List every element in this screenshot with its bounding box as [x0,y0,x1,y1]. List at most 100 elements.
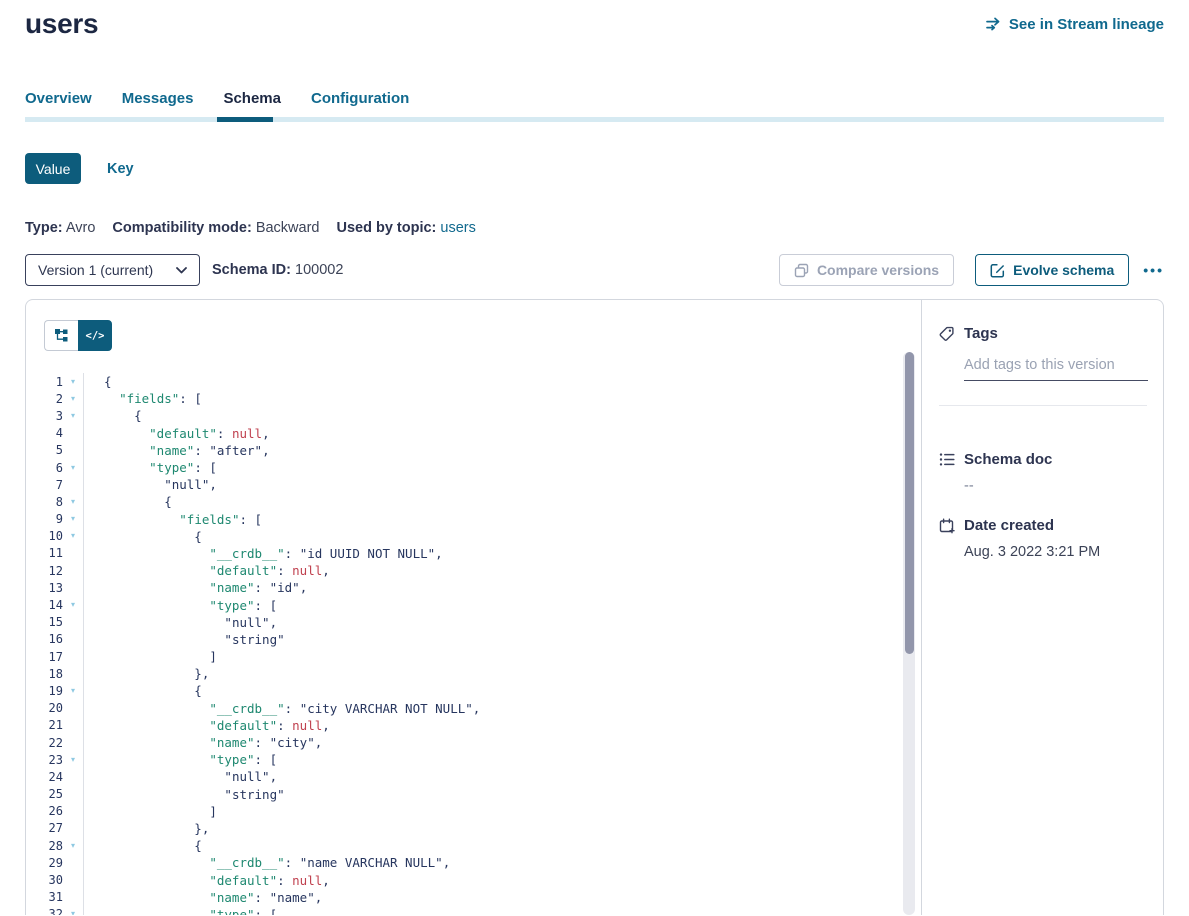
fold-toggle-icon[interactable]: ▾ [63,515,83,523]
code-line: 2▾ "fields": [ [26,390,921,407]
code-line: 22 "name": "city", [26,734,921,751]
code-line: 20 "__crdb__": "city VARCHAR NOT NULL", [26,700,921,717]
schema-doc-section: Schema doc -- [939,451,1147,494]
code-text: { [83,528,921,545]
topic-label: Used by topic: [336,220,436,236]
schema-info-sidebar: Tags Schema doc -- [921,300,1163,915]
line-number: 29 [26,856,63,870]
code-line: 32▾ "type": [ [26,906,921,915]
code-line: 23▾ "type": [ [26,751,921,768]
code-lines: 1▾{2▾ "fields": [3▾ {4 "default": null,5… [26,373,921,915]
line-number: 14 [26,598,63,612]
code-text: ] [83,803,921,820]
fold-toggle-icon[interactable]: ▾ [63,687,83,695]
schema-doc-header: Schema doc [939,451,1147,468]
chevron-down-icon [176,267,187,274]
tree-view-button[interactable] [44,320,78,351]
value-key-toggle: Value Key [25,153,1164,184]
code-text: "string" [83,786,921,803]
fold-toggle-icon[interactable]: ▾ [63,412,83,420]
line-number: 17 [26,650,63,664]
fold-toggle-icon[interactable]: ▾ [63,498,83,506]
code-text: "default": null, [83,717,921,734]
line-number: 6 [26,461,63,475]
fold-toggle-icon[interactable]: ▾ [63,756,83,764]
date-created-title: Date created [964,517,1054,534]
date-created-value: Aug. 3 2022 3:21 PM [964,544,1147,560]
fold-toggle-icon[interactable]: ▾ [63,378,83,386]
code-text: "name": "name", [83,889,921,906]
fold-toggle-icon[interactable]: ▾ [63,601,83,609]
schema-id: Schema ID: 100002 [212,262,343,278]
version-select-value: Version 1 (current) [38,262,153,278]
value-toggle-button[interactable]: Value [25,153,81,184]
line-number: 13 [26,581,63,595]
edit-icon [990,263,1005,278]
line-number: 22 [26,736,63,750]
code-text: { [83,493,921,510]
compare-versions-button[interactable]: Compare versions [779,254,954,286]
fold-toggle-icon[interactable]: ▾ [63,464,83,472]
code-line: 19▾ { [26,682,921,699]
tags-input[interactable] [964,357,1148,381]
tag-icon [939,326,955,342]
evolve-schema-button[interactable]: Evolve schema [975,254,1129,286]
editor-view-toggle: </> [44,320,112,351]
code-line: 17 ] [26,648,921,665]
tab-overview[interactable]: Overview [25,90,92,117]
fold-toggle-icon[interactable]: ▾ [63,395,83,403]
see-in-stream-lineage-link[interactable]: See in Stream lineage [985,16,1164,33]
code-view-button[interactable]: </> [78,320,112,351]
code-text: "string" [83,631,921,648]
lineage-link-label: See in Stream lineage [1009,16,1164,33]
schema-type: Type: Avro [25,220,95,236]
code-line: 18 }, [26,665,921,682]
schema-meta-row: Type: Avro Compatibility mode: Backward … [25,220,1164,236]
line-number: 15 [26,615,63,629]
code-line: 26 ] [26,803,921,820]
code-line: 15 "null", [26,614,921,631]
fold-toggle-icon[interactable]: ▾ [63,842,83,850]
key-toggle-button[interactable]: Key [107,161,134,177]
schema-doc-value: -- [964,478,1147,494]
code-view-icon: </> [86,330,105,342]
sidebar-divider [939,405,1147,406]
code-line: 16 "string" [26,631,921,648]
scrollbar-thumb[interactable] [905,352,914,654]
line-number: 19 [26,684,63,698]
version-controls-row: Version 1 (current) Schema ID: 100002 Co… [25,254,1164,286]
version-select[interactable]: Version 1 (current) [25,254,200,286]
more-actions-button[interactable]: ••• [1143,262,1164,278]
editor-scrollbar[interactable] [903,352,915,915]
line-number: 3 [26,409,63,423]
code-text: ] [83,648,921,665]
code-text: "default": null, [83,562,921,579]
topic-link[interactable]: users [440,220,475,236]
code-text: "null", [83,614,921,631]
tab-underline-track [25,117,1164,122]
doc-list-icon [939,452,955,467]
fold-toggle-icon[interactable]: ▾ [63,532,83,540]
fold-toggle-icon[interactable]: ▾ [63,910,83,915]
compare-versions-label: Compare versions [817,262,939,278]
line-number: 2 [26,392,63,406]
code-line: 13 "name": "id", [26,579,921,596]
code-text: "__crdb__": "id UUID NOT NULL", [83,545,921,562]
type-label: Type: [25,220,63,236]
code-text: "type": [ [83,459,921,476]
compare-versions-icon [794,263,809,278]
code-line: 31 "name": "name", [26,889,921,906]
tab-schema[interactable]: Schema [223,90,281,117]
compat-label: Compatibility mode: [112,220,251,236]
schema-editor: </> 1▾{2▾ "fields": [3▾ {4 "default": nu… [26,300,921,915]
schema-page: users See in Stream lineage Overview Mes… [0,0,1189,915]
code-text: { [83,407,921,424]
tab-configuration[interactable]: Configuration [311,90,409,117]
tab-messages[interactable]: Messages [122,90,194,117]
code-line: 29 "__crdb__": "name VARCHAR NULL", [26,854,921,871]
code-line: 25 "string" [26,786,921,803]
code-text: "name": "city", [83,734,921,751]
line-number: 11 [26,546,63,560]
code-text: }, [83,665,921,682]
code-text: "type": [ [83,751,921,768]
